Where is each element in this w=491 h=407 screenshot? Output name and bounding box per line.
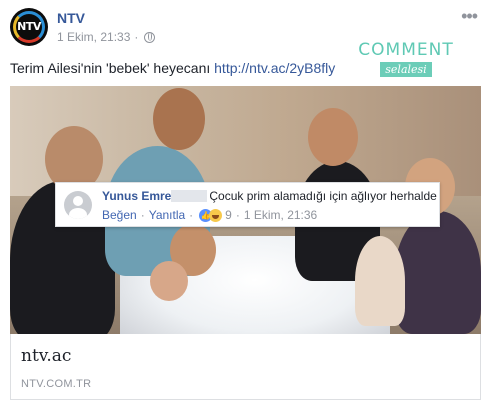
like-link[interactable]: Beğen (102, 208, 137, 222)
post-meta: 1 Ekim, 21:33 · (57, 30, 156, 44)
action-separator: · (140, 208, 145, 222)
comment-actions: Beğen · Yanıtla · 👍 9 · 1 Ekim, 21:36 (102, 208, 317, 222)
link-preview-domain: NTV.COM.TR (21, 378, 92, 390)
meta-separator: · (134, 30, 139, 44)
more-options-icon[interactable]: ••• (461, 6, 478, 27)
link-preview[interactable]: ntv.ac NTV.COM.TR (10, 334, 481, 400)
globe-icon (144, 31, 156, 43)
post-text: Terim Ailesi'nin 'bebek' heyecanı http:/… (10, 60, 335, 76)
comment-line: Yunus Emre Çocuk prim alamadığı için ağlı… (102, 189, 437, 203)
action-separator: · (235, 208, 240, 222)
watermark-title: COMMENT (358, 40, 454, 60)
photo-head (308, 108, 358, 166)
page-name-link[interactable]: NTV (57, 10, 85, 26)
comment-card: Yunus Emre Çocuk prim alamadığı için ağlı… (55, 182, 440, 227)
photo-person (355, 236, 405, 326)
post-text-body: Terim Ailesi'nin 'bebek' heyecanı (10, 60, 215, 76)
comment-timestamp[interactable]: 1 Ekim, 21:36 (244, 208, 317, 222)
watermark-subtitle: selalesi (380, 62, 432, 77)
commenter-avatar[interactable] (64, 191, 92, 219)
haha-reaction-icon (209, 208, 223, 222)
watermark: COMMENT selalesi (356, 40, 456, 78)
avatar-logo-text: NTV (17, 20, 41, 33)
post-timestamp[interactable]: 1 Ekim, 21:33 (57, 30, 130, 44)
reaction-count[interactable]: 9 (225, 208, 232, 222)
action-separator: · (189, 208, 194, 222)
page-avatar[interactable]: NTV (10, 8, 48, 46)
photo-baby-head (150, 261, 188, 301)
photo-person (395, 211, 481, 334)
post-link[interactable]: http://ntv.ac/2yB8fly (214, 60, 335, 76)
commenter-name[interactable]: Yunus Emre (102, 189, 171, 203)
photo-head (153, 88, 205, 150)
comment-text: Çocuk prim alamadığı için ağlıyor herhal… (209, 189, 437, 203)
link-preview-title[interactable]: ntv.ac (21, 346, 71, 366)
reactions[interactable]: 👍 (199, 208, 223, 222)
reply-link[interactable]: Yanıtla (149, 208, 185, 222)
blurred-surname (171, 190, 208, 202)
facebook-post: NTV NTV 1 Ekim, 21:33 · ••• COMMENT sela… (0, 0, 491, 407)
